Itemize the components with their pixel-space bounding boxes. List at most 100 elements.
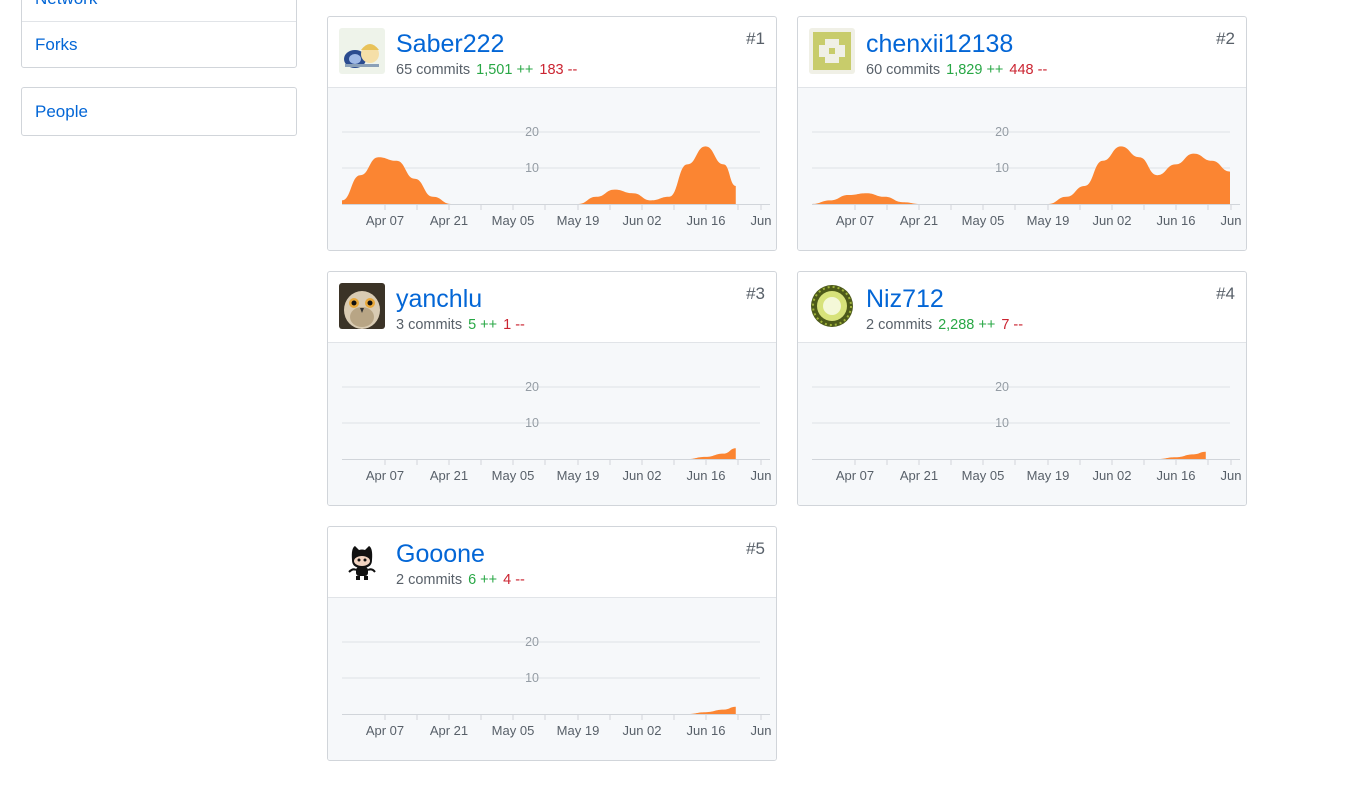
x-tick-label: May 05: [492, 213, 535, 228]
additions-count: 2,288 ++: [938, 317, 996, 333]
x-tick-label: Jun 16: [686, 468, 725, 483]
x-tick-label: Jun 02: [1092, 468, 1131, 483]
x-tick-label: May 19: [1027, 213, 1070, 228]
contributor-stats: 60 commits 1,829 ++ 448 --: [866, 61, 1047, 79]
y-tick-label: 10: [525, 161, 539, 175]
y-tick-label: 10: [525, 671, 539, 685]
additions-count: 5 ++: [468, 317, 498, 333]
y-tick-label: 20: [995, 125, 1009, 139]
commit-area: [812, 451, 1206, 459]
x-tick-label: Apr 07: [366, 468, 404, 483]
x-tick-label: Jun 16: [1156, 213, 1195, 228]
identicon-avatar[interactable]: [809, 28, 855, 74]
x-tick-label: Jun 16: [1156, 468, 1195, 483]
x-tick-label: May 05: [962, 213, 1005, 228]
contributor-graph-panel: 10 20 Apr 07 Apr 21 May 05 May 19 Jun 02 Jun 16…: [798, 88, 1246, 250]
contributor-graph-panel: 10 20 Apr 07 Apr 21 May 05 May 19 Jun 02 Jun 16…: [798, 343, 1246, 505]
contributor-card: Niz712 2 commits 2,288 ++ 7 -- #4 10 20 Apr 07 A…: [797, 271, 1247, 506]
contributor-header: Niz712 2 commits 2,288 ++ 7 -- #4: [798, 272, 1246, 343]
sidebar-item-people[interactable]: People: [22, 88, 296, 135]
contributor-login-link[interactable]: chenxii12138: [866, 29, 1013, 59]
deletions-count: 4 --: [503, 572, 525, 588]
contributor-stats: 65 commits 1,501 ++ 183 --: [396, 61, 577, 79]
green-sphere-avatar[interactable]: [809, 283, 855, 329]
x-tick-label: May 19: [557, 213, 600, 228]
commits-link[interactable]: 2 commits: [866, 317, 932, 333]
contribution-graph: 10 20 Apr 07 Apr 21 May 05 May 19 Jun 02 Jun 16…: [342, 380, 772, 483]
additions-count: 1,829 ++: [946, 62, 1004, 78]
contributor-graph-panel: 10 20 Apr 07 Apr 21 May 05 May 19 Jun 02 Jun 16…: [328, 598, 776, 760]
additions-count: 1,501 ++: [476, 62, 534, 78]
x-tick-label: Apr 21: [430, 723, 468, 738]
contributor-login-link[interactable]: Gooone: [396, 539, 485, 569]
contributor-rank: #2: [1216, 29, 1235, 48]
contributor-header: Saber222 65 commits 1,501 ++ 183 -- #1: [328, 17, 776, 88]
contribution-graph: 10 20 Apr 07 Apr 21 May 05 May 19 Jun 02 Jun 16…: [812, 380, 1242, 483]
contributor-card: chenxii12138 60 commits 1,829 ++ 448 -- #2 10…: [797, 16, 1247, 251]
contributor-card: Gooone 2 commits 6 ++ 4 -- #5 10 20 Apr 07 Apr 2…: [327, 526, 777, 761]
contributor-login-link[interactable]: yanchlu: [396, 284, 482, 314]
x-tick-label: Jun 02: [622, 468, 661, 483]
y-tick-label: 20: [525, 380, 539, 394]
x-tick-label: Apr 21: [900, 468, 938, 483]
contribution-graph: 10 20 Apr 07 Apr 21 May 05 May 19 Jun 02 Jun 16…: [342, 635, 772, 738]
contributor-card: Saber222 65 commits 1,501 ++ 183 -- #1 10 20 Ap…: [327, 16, 777, 251]
x-tick-label: Apr 07: [366, 723, 404, 738]
x-tick-label: Jun: [751, 468, 772, 483]
contributor-stats: 3 commits 5 ++ 1 --: [396, 316, 525, 334]
x-tick-label: Apr 21: [430, 468, 468, 483]
contributor-graph-panel: 10 20 Apr 07 Apr 21 May 05 May 19 Jun 02 Jun 16…: [328, 343, 776, 505]
y-tick-label: 20: [525, 125, 539, 139]
y-tick-label: 10: [995, 416, 1009, 430]
deletions-count: 448 --: [1009, 62, 1048, 78]
contributor-rank: #3: [746, 284, 765, 303]
sidebar-item-network[interactable]: Network: [22, 0, 296, 22]
x-tick-label: Jun: [1221, 213, 1242, 228]
y-tick-label: 10: [995, 161, 1009, 175]
contributor-header: Gooone 2 commits 6 ++ 4 -- #5: [328, 527, 776, 598]
x-tick-label: Jun 02: [622, 213, 661, 228]
contributor-stats: 2 commits 6 ++ 4 --: [396, 571, 525, 589]
contributor-login-link[interactable]: Saber222: [396, 29, 504, 59]
contributor-rank: #4: [1216, 284, 1235, 303]
commit-area: [342, 448, 736, 459]
x-tick-label: Apr 07: [366, 213, 404, 228]
x-tick-label: May 19: [1027, 468, 1070, 483]
commit-area: [812, 146, 1230, 204]
x-tick-label: Jun 16: [686, 723, 725, 738]
owl-photo-avatar[interactable]: [339, 283, 385, 329]
people-nav-box: People: [21, 87, 297, 136]
x-tick-label: Jun: [1221, 468, 1242, 483]
x-tick-label: Apr 07: [836, 213, 874, 228]
octocat-avatar[interactable]: [339, 538, 385, 584]
commits-link[interactable]: 60 commits: [866, 62, 940, 78]
contributor-card: yanchlu 3 commits 5 ++ 1 -- #3 10 20 Apr 07 Apr …: [327, 271, 777, 506]
contributor-rank: #1: [746, 29, 765, 48]
x-tick-label: Apr 07: [836, 468, 874, 483]
contribution-graph: 10 20 Apr 07 Apr 21 May 05 May 19 Jun 02 Jun 16…: [342, 125, 772, 228]
deletions-count: 183 --: [539, 62, 578, 78]
y-tick-label: 20: [525, 635, 539, 649]
commit-area: [342, 706, 736, 714]
anime-figure-avatar[interactable]: [339, 28, 385, 74]
x-tick-label: May 19: [557, 468, 600, 483]
x-tick-label: Jun: [751, 213, 772, 228]
repo-nav-box: Network Forks: [21, 0, 297, 68]
commits-link[interactable]: 65 commits: [396, 62, 470, 78]
x-tick-label: May 05: [962, 468, 1005, 483]
contributor-graph-panel: 10 20 Apr 07 Apr 21 May 05 May 19 Jun 02 Jun 16…: [328, 88, 776, 250]
x-tick-label: Jun: [751, 723, 772, 738]
commits-link[interactable]: 2 commits: [396, 572, 462, 588]
x-tick-label: Apr 21: [900, 213, 938, 228]
y-tick-label: 20: [995, 380, 1009, 394]
contributor-rank: #5: [746, 539, 765, 558]
deletions-count: 1 --: [503, 317, 525, 333]
sidebar-item-forks[interactable]: Forks: [22, 22, 296, 68]
commit-area: [342, 146, 736, 204]
y-tick-label: 10: [525, 416, 539, 430]
x-tick-label: Jun 02: [1092, 213, 1131, 228]
contributor-login-link[interactable]: Niz712: [866, 284, 944, 314]
contributor-stats: 2 commits 2,288 ++ 7 --: [866, 316, 1023, 334]
x-tick-label: Jun 02: [622, 723, 661, 738]
commits-link[interactable]: 3 commits: [396, 317, 462, 333]
